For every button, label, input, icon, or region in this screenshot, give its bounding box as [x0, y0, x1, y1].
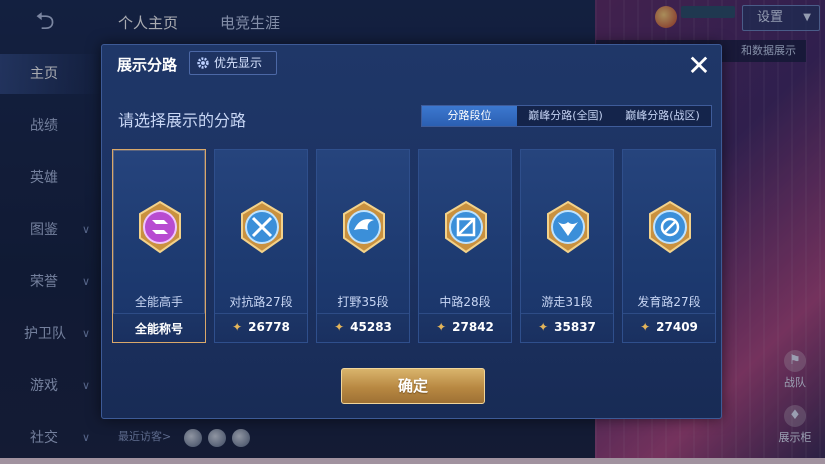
priority-display-button[interactable]: 优先显示 [189, 51, 277, 75]
lane-display-modal: 展示分路 优先显示 ✕ 请选择展示的分路 分路段位 巅峰分路(全国) 巅峰分路(… [101, 44, 722, 419]
lane-card-all-round[interactable]: 全能高手 全能称号 [112, 149, 206, 343]
lane-value: 全能称号 [134, 322, 183, 336]
lane-name: 游走31段 [541, 295, 593, 309]
score-icon: ✦ [334, 320, 345, 334]
lane-card-roam[interactable]: 游走31段 ✦ 35837 [520, 149, 614, 343]
tab-peak-region[interactable]: 巅峰分路(战区) [614, 106, 711, 126]
lane-value: ✦ 26778 [215, 320, 307, 334]
all-round-emblem-icon [139, 200, 181, 254]
lane-card-farm[interactable]: 发育路27段 ✦ 27409 [622, 149, 716, 343]
score-icon: ✦ [436, 320, 447, 334]
lane-card-clash[interactable]: 对抗路27段 ✦ 26778 [214, 149, 308, 343]
tab-lane-rank[interactable]: 分路段位 [422, 106, 517, 126]
score-icon: ✦ [232, 320, 243, 334]
jungle-emblem-icon [343, 200, 385, 254]
lane-value-number: 45283 [350, 320, 392, 334]
lane-value-number: 26778 [248, 320, 290, 334]
lane-value-number: 27842 [452, 320, 494, 334]
lane-name: 发育路27段 [637, 295, 701, 309]
lane-value: ✦ 45283 [317, 320, 409, 334]
lane-value-number: 27409 [656, 320, 698, 334]
lane-value-number: 35837 [554, 320, 596, 334]
modal-subtitle: 请选择展示的分路 [118, 111, 247, 130]
lane-value: ✦ 35837 [521, 320, 613, 334]
mid-lane-emblem-icon [445, 200, 487, 254]
lane-name: 全能高手 [134, 295, 183, 309]
lane-name: 对抗路27段 [229, 295, 293, 309]
score-icon: ✦ [640, 320, 651, 334]
close-icon[interactable]: ✕ [684, 51, 714, 81]
lane-value: ✦ 27842 [419, 320, 511, 334]
score-icon: ✦ [538, 320, 549, 334]
lane-name: 中路28段 [439, 295, 491, 309]
gear-icon [197, 57, 209, 69]
lane-name: 打野35段 [337, 295, 389, 309]
lane-card-jungle[interactable]: 打野35段 ✦ 45283 [316, 149, 410, 343]
lane-value: ✦ 27409 [623, 320, 715, 334]
roam-emblem-icon [547, 200, 589, 254]
lane-type-tabs: 分路段位 巅峰分路(全国) 巅峰分路(战区) [421, 105, 712, 127]
modal-title: 展示分路 [117, 56, 178, 74]
farm-lane-emblem-icon [649, 200, 691, 254]
priority-display-label: 优先显示 [214, 56, 263, 70]
tab-peak-national[interactable]: 巅峰分路(全国) [517, 106, 614, 126]
clash-lane-emblem-icon [241, 200, 283, 254]
lane-card-mid[interactable]: 中路28段 ✦ 27842 [418, 149, 512, 343]
confirm-button[interactable]: 确定 [341, 368, 485, 404]
